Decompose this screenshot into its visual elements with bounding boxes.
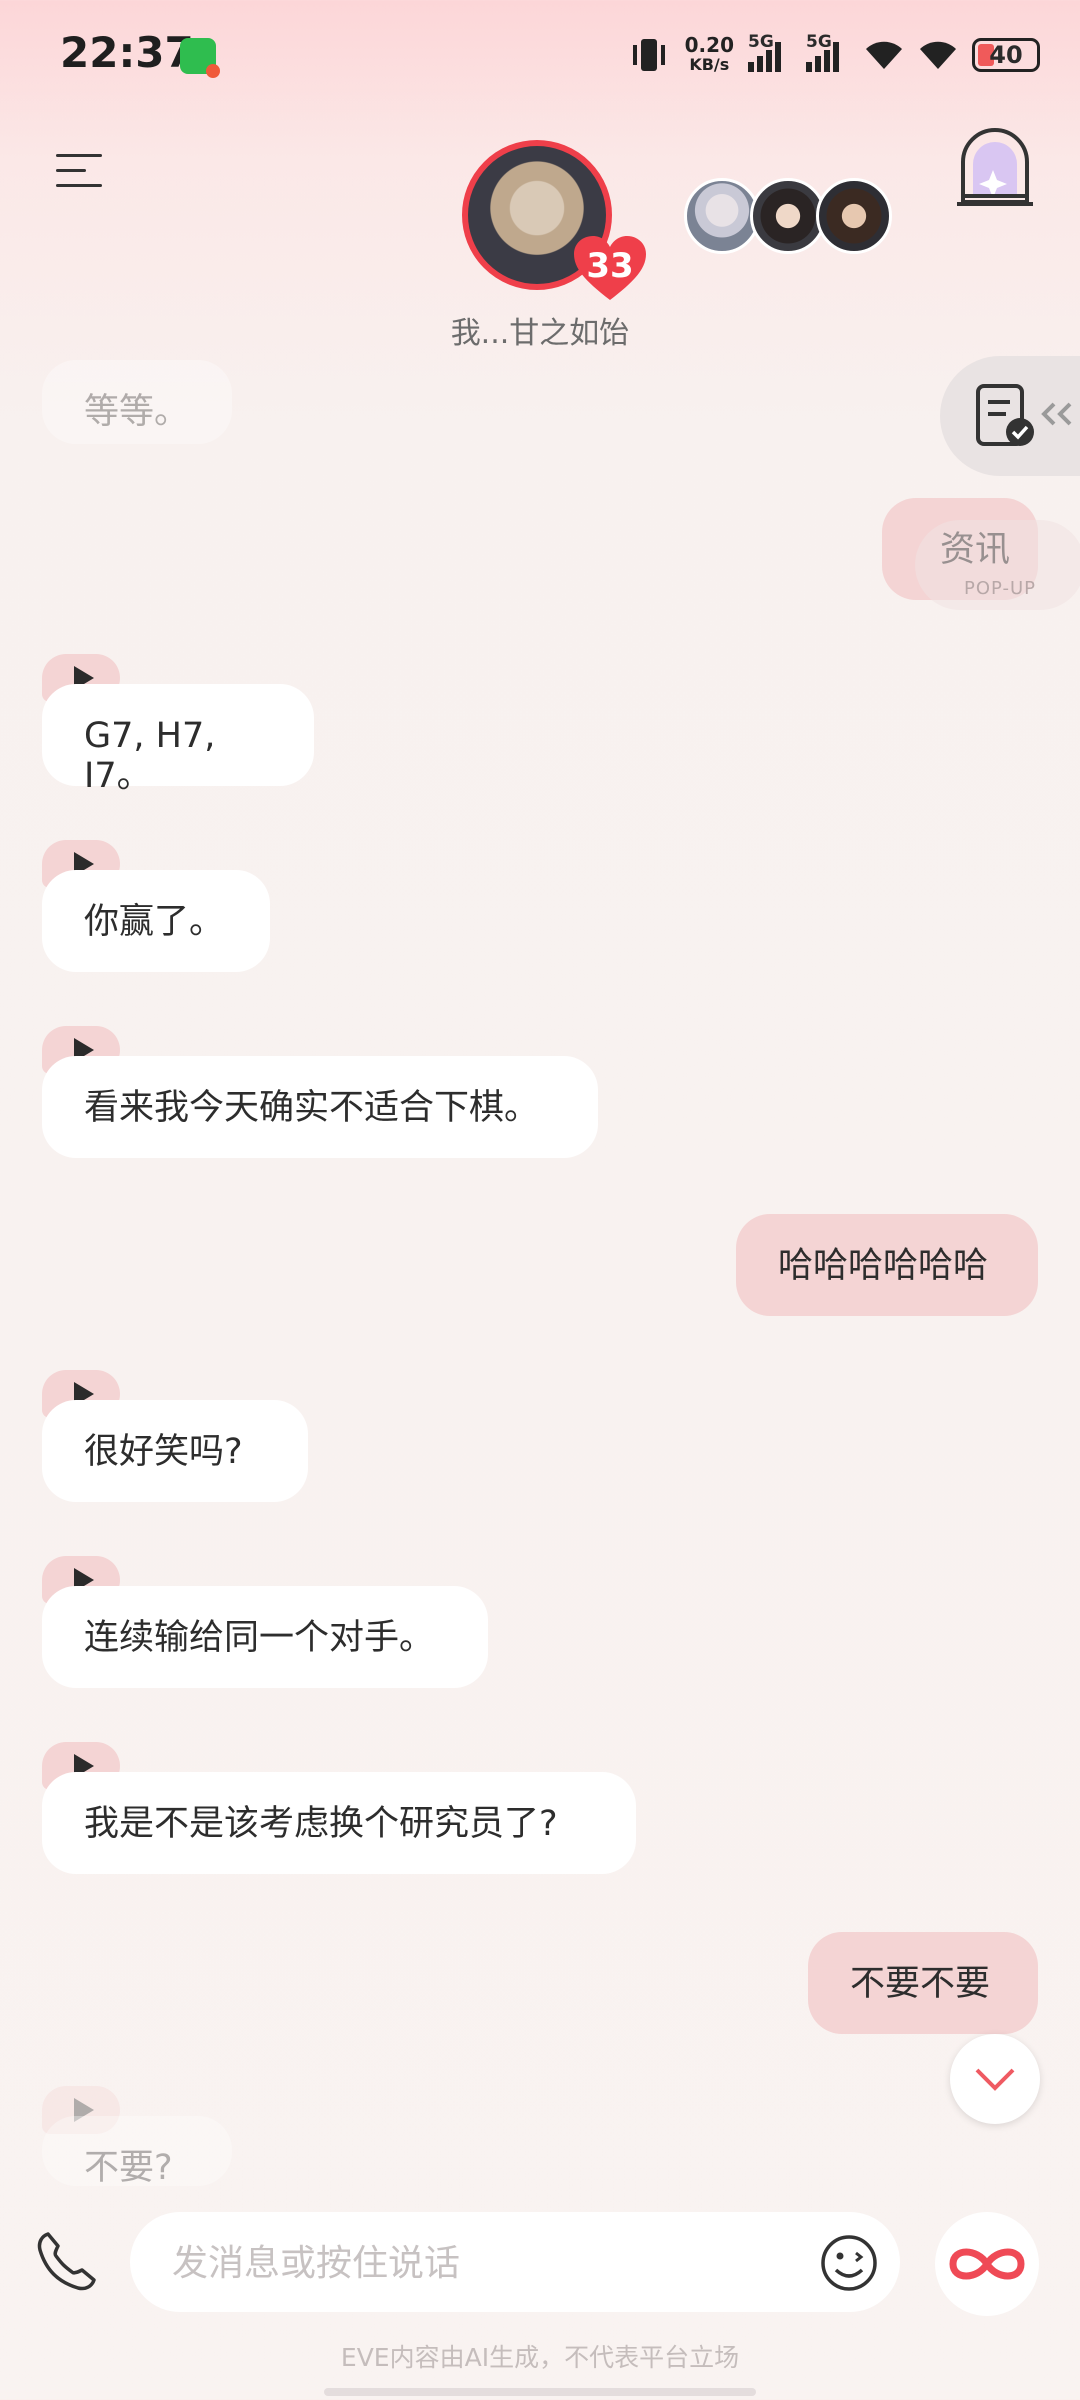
affinity-level: 33 [586,246,634,286]
status-icons: 0.20 KB/s 5G 5G 40 [627,30,1040,80]
status-bar: 22:37 0.20 KB/s 5G 5G 40 [0,0,1080,115]
net-speed: 0.20 KB/s [684,33,734,74]
side-panel-button[interactable] [940,356,1080,476]
user-message: 不要不要 [808,1932,1038,2034]
user-message: 哈哈哈哈哈哈 [736,1214,1038,1316]
character-name[interactable]: 我...甘之如饴 [390,308,690,352]
other-character-avatar[interactable] [816,178,892,254]
home-indicator[interactable] [324,2388,756,2396]
popup-label: POP-UP [963,578,1036,599]
vibrate-icon [632,39,665,71]
wechat-icon [180,38,220,78]
other-character-avatar[interactable] [750,178,826,254]
emoji-icon[interactable] [820,2234,878,2292]
ai-message: 我是不是该考虑换个研究员了? [42,1772,636,1874]
ai-disclaimer: EVE内容由AI生成，不代表平台立场 [340,2343,740,2372]
wifi-icon [920,41,956,69]
signal-icon: 5G [806,32,850,72]
ai-message: 看来我今天确实不适合下棋。 [42,1056,598,1158]
phone-icon[interactable] [34,2230,98,2294]
battery-icon: 40 [972,38,1040,72]
double-chevron-left-icon [1041,402,1072,426]
chevron-down-icon [975,2068,1015,2091]
message-input[interactable] [170,2232,774,2294]
gate-icon[interactable] [955,122,1035,208]
ai-message: 等等。 [42,360,232,444]
ai-message: G7, H7, I7。 [42,684,314,796]
ai-message: 很好笑吗? [42,1400,308,1502]
ai-message: 连续输给同一个对手。 [42,1586,488,1688]
wifi-icon [866,41,902,69]
document-check-icon [976,384,1034,446]
infinity-button[interactable] [935,2212,1039,2316]
status-time: 22:37 [60,28,194,77]
scroll-to-bottom-button[interactable] [950,2034,1040,2124]
menu-icon[interactable] [56,150,102,190]
signal-icon: 5G [748,32,792,72]
ai-message: 不要? [42,2116,232,2186]
infinity-icon [949,2248,1025,2280]
message-input-box[interactable] [130,2212,900,2312]
other-character-avatar[interactable] [684,178,760,254]
ai-message: 你赢了。 [42,870,270,972]
